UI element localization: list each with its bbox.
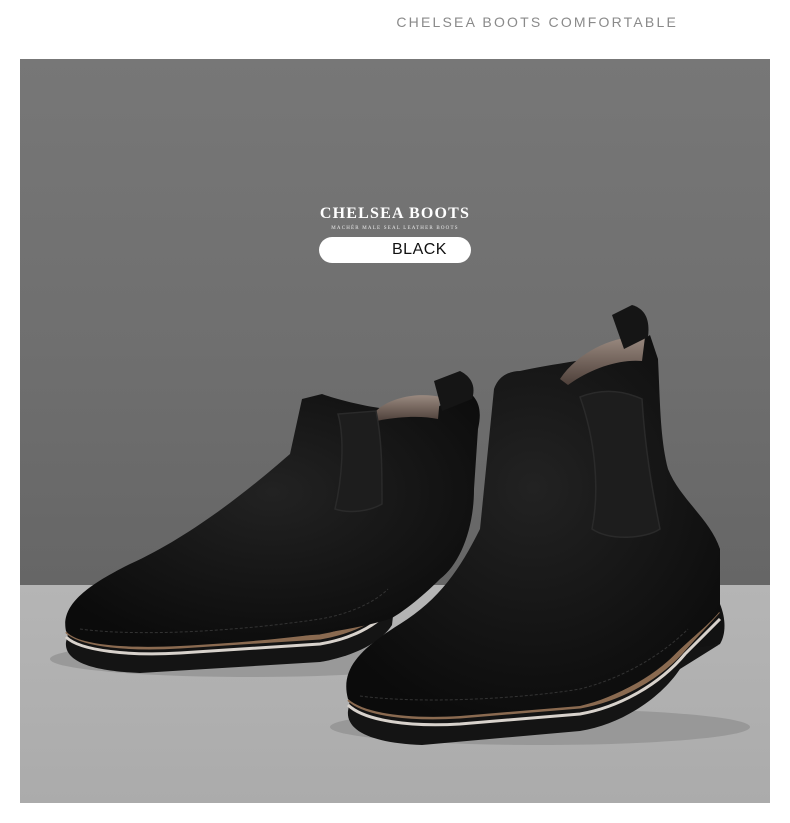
product-stage: CHELSEA BOOTS MACHÉR MALE SEAL LEATHER B… [20, 59, 770, 803]
page-heading: CHELSEA BOOTS COMFORTABLE [396, 14, 678, 30]
left-boot-elastic [334, 410, 383, 513]
left-boot-upper [65, 389, 480, 647]
boots-photo [50, 305, 750, 745]
